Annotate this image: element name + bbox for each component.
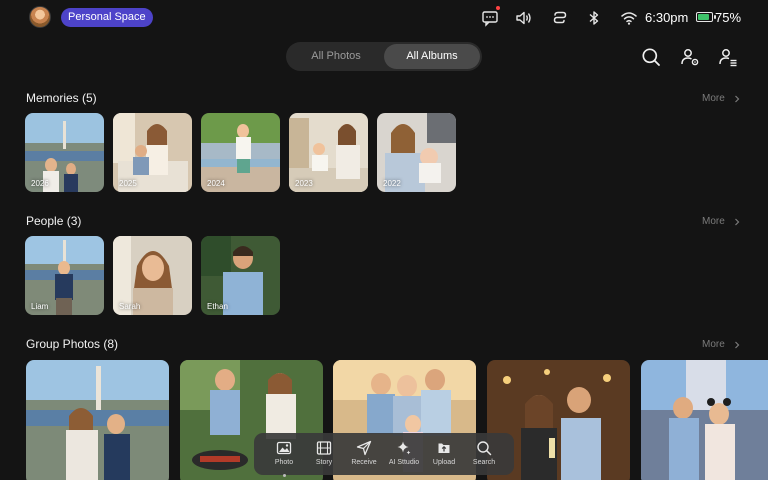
message-icon[interactable] bbox=[481, 9, 499, 27]
dock-story-button[interactable]: Story bbox=[304, 433, 344, 475]
memories-more-link[interactable]: More bbox=[702, 93, 725, 104]
memory-tile-2026[interactable]: 2026 bbox=[25, 113, 104, 192]
dock-label: AI Sttudio bbox=[388, 459, 420, 466]
people-title: People (3) bbox=[26, 214, 82, 228]
dock-search-button[interactable]: Search bbox=[464, 433, 504, 475]
person-tile-sarah[interactable]: Sarah bbox=[113, 236, 192, 315]
dock-receive-button[interactable]: Receive bbox=[344, 433, 384, 475]
link-icon[interactable] bbox=[550, 9, 568, 27]
bottom-dock: Photo Story Receive AI Sttudio Upload Se… bbox=[254, 433, 514, 475]
group-photos-title: Group Photos (8) bbox=[26, 337, 119, 351]
chevron-right-icon[interactable] bbox=[732, 217, 742, 227]
memory-tile-2024[interactable]: 2024 bbox=[201, 113, 280, 192]
memory-tile-2023[interactable]: 2023 bbox=[289, 113, 368, 192]
send-icon bbox=[356, 440, 372, 456]
bluetooth-icon[interactable] bbox=[585, 9, 603, 27]
memory-tile-2025[interactable]: 2025 bbox=[113, 113, 192, 192]
group-photos-more-link[interactable]: More bbox=[702, 339, 725, 350]
photo-icon bbox=[276, 441, 292, 455]
chevron-right-icon[interactable] bbox=[732, 340, 742, 350]
clock: 6:30pm bbox=[645, 10, 689, 25]
dock-label: Receive bbox=[351, 459, 377, 466]
chevron-right-icon[interactable] bbox=[732, 94, 742, 104]
wifi-icon[interactable] bbox=[620, 9, 638, 27]
dock-label: Story bbox=[315, 459, 333, 466]
dock-label: Search bbox=[472, 459, 496, 466]
people-more-link[interactable]: More bbox=[702, 216, 725, 227]
avatar[interactable] bbox=[29, 6, 51, 28]
person-name-label: Sarah bbox=[119, 302, 141, 311]
album-view-switcher: All Photos All Albums bbox=[286, 42, 482, 71]
film-icon bbox=[316, 441, 332, 455]
dock-label: Upload bbox=[432, 459, 456, 466]
memory-year-label: 2022 bbox=[383, 179, 401, 188]
dock-photo-button[interactable]: Photo bbox=[264, 433, 304, 475]
memory-year-label: 2025 bbox=[119, 179, 137, 188]
dock-upload-button[interactable]: Upload bbox=[424, 433, 464, 475]
tab-all-photos[interactable]: All Photos bbox=[288, 44, 384, 69]
person-tile-liam[interactable]: Liam bbox=[25, 236, 104, 315]
notification-dot bbox=[496, 6, 500, 10]
memories-title: Memories (5) bbox=[26, 91, 97, 105]
person-name-label: Ethan bbox=[207, 302, 228, 311]
dock-label: Photo bbox=[274, 459, 294, 466]
memory-year-label: 2026 bbox=[31, 179, 49, 188]
battery-icon bbox=[696, 12, 716, 22]
person-tile-ethan[interactable]: Ethan bbox=[201, 236, 280, 315]
sparkle-icon bbox=[397, 441, 411, 455]
person-settings-icon[interactable] bbox=[680, 47, 700, 67]
memory-tile-2022[interactable]: 2022 bbox=[377, 113, 456, 192]
dock-active-indicator bbox=[283, 474, 286, 477]
person-list-icon[interactable] bbox=[718, 47, 738, 67]
memory-year-label: 2023 bbox=[295, 179, 313, 188]
tab-all-albums[interactable]: All Albums bbox=[384, 44, 480, 69]
status-bar: Personal Space 6:30pm 75% bbox=[0, 0, 768, 36]
group-photo-tile[interactable] bbox=[641, 360, 768, 480]
battery-percent: 75% bbox=[715, 10, 742, 25]
dock-ai-studio-button[interactable]: AI Sttudio bbox=[384, 433, 424, 475]
group-photo-tile[interactable] bbox=[26, 360, 169, 480]
memory-year-label: 2024 bbox=[207, 179, 225, 188]
upload-icon bbox=[438, 443, 450, 453]
search-icon[interactable] bbox=[641, 47, 661, 67]
volume-icon[interactable] bbox=[515, 9, 533, 27]
person-name-label: Liam bbox=[31, 302, 49, 311]
personal-space-chip[interactable]: Personal Space bbox=[61, 8, 153, 27]
search-icon bbox=[477, 441, 492, 456]
